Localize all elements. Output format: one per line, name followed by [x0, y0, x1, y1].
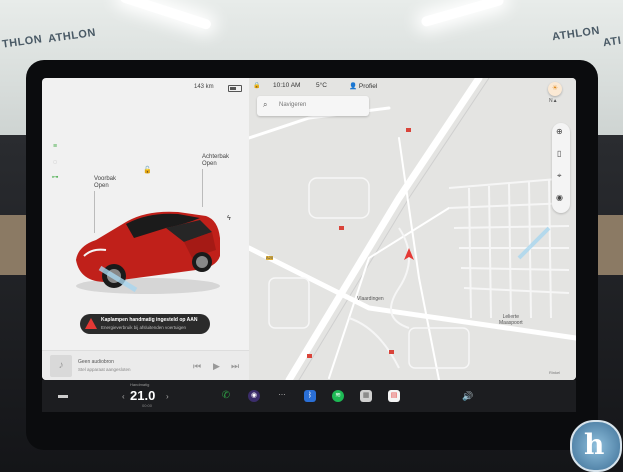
alert-subtitle: Energieverbruik bij afsluitenden voertui…: [101, 325, 187, 330]
temp-down-icon[interactable]: ‹: [122, 392, 125, 401]
media-subtitle: Stel apparaat aangesloten: [78, 367, 131, 372]
car-illustration[interactable]: [66, 198, 226, 298]
phone-icon[interactable]: ✆: [220, 390, 232, 402]
sun-icon[interactable]: ☀: [548, 82, 562, 96]
frunk-state[interactable]: Open: [94, 183, 109, 190]
car-status-pane: 143 km ≡ ◌ ⊶ Voorbak Open Achterbak Open…: [42, 78, 249, 380]
cabin-temperature[interactable]: 21.0: [130, 388, 155, 403]
clock: 10:10 AM: [273, 82, 301, 89]
lock-icon[interactable]: 🔓: [143, 166, 152, 174]
person-icon: 👤: [349, 83, 358, 90]
profile-label: Profiel: [358, 83, 378, 90]
fog-light-icon[interactable]: ◌: [50, 159, 60, 166]
music-note-icon: ♪: [50, 355, 72, 377]
calendar-icon[interactable]: ▤: [388, 390, 400, 402]
alert-title: Kaplampen handmatig ingesteld op AAN: [101, 317, 198, 323]
spotify-icon[interactable]: ≋: [332, 390, 344, 402]
app-icon[interactable]: ▦: [360, 390, 372, 402]
trunk-state[interactable]: Open: [202, 161, 217, 168]
watermark-logo: h: [570, 420, 622, 472]
map-place-label: Lelierte Maaspoort: [499, 314, 523, 326]
previous-icon[interactable]: ⏮: [193, 361, 201, 372]
search-icon: ⌕: [263, 100, 268, 109]
status-bar: 🔒 10:10 AM 5°C 👤 Profiel: [249, 78, 377, 92]
layers-icon[interactable]: ◉: [556, 193, 563, 202]
athlon-logo: ATI: [602, 34, 623, 50]
navigation-search[interactable]: ⌕ Navigeren: [257, 96, 369, 116]
more-icon[interactable]: ⋯: [276, 390, 288, 402]
range-display: 143 km: [194, 84, 214, 90]
road-label: A20: [266, 255, 274, 260]
parking-light-icon[interactable]: ⊶: [50, 174, 60, 181]
map-place-label: Vlaardingen: [357, 296, 384, 302]
compass-icon[interactable]: ⊕: [556, 127, 563, 136]
trunk-label[interactable]: Achterbak: [202, 154, 229, 161]
north-up-icon[interactable]: N▲: [549, 98, 558, 104]
frunk-label[interactable]: Voorbak: [94, 176, 116, 183]
wood-trim: [595, 215, 623, 275]
pin-icon[interactable]: ⌖: [557, 171, 562, 181]
temp-up-icon[interactable]: ›: [166, 392, 169, 401]
map-controls: ⊕ ▯ ⌖ ◉: [552, 123, 570, 213]
map-copyright: Rinkel: [549, 370, 561, 375]
play-icon[interactable]: ▶: [213, 361, 220, 372]
camera-icon[interactable]: ◉: [248, 390, 260, 402]
climate-label: Handmatig: [130, 382, 150, 387]
bottom-taskbar: ▬ ‹ Handmatig 21.0 00:00 › ✆ ◉ ⋯ ᛒ ≋ ▦ ▤…: [42, 380, 576, 412]
map-roads: [249, 78, 576, 380]
lock-status-icon: 🔒: [253, 83, 261, 89]
bluetooth-icon[interactable]: ᛒ: [304, 390, 316, 402]
watermark-letter: h: [584, 428, 605, 461]
touchscreen: 143 km ≡ ◌ ⊶ Voorbak Open Achterbak Open…: [42, 78, 576, 380]
headlight-icon[interactable]: ≡: [50, 143, 60, 150]
phone-icon[interactable]: ▯: [557, 149, 561, 158]
search-placeholder: Navigeren: [279, 102, 307, 108]
profile-button[interactable]: 👤 Profiel: [349, 82, 377, 90]
volume-icon[interactable]: 🔊: [462, 391, 473, 402]
map-pane[interactable]: 🔒 10:10 AM 5°C 👤 Profiel ⌕ Navigeren ☀ N…: [249, 78, 576, 380]
battery-icon: [228, 85, 242, 92]
climate-sub: 00:00: [142, 403, 153, 408]
outside-temperature: 5°C: [316, 82, 327, 89]
car-icon[interactable]: ▬: [58, 390, 68, 401]
charge-port-icon[interactable]: ϟ: [227, 215, 231, 222]
next-icon[interactable]: ⏭: [231, 361, 239, 372]
media-player: ♪ Geen audiobron Stel apparaat aangeslot…: [42, 350, 249, 380]
headlight-alert[interactable]: Kaplampen handmatig ingesteld op AAN Ene…: [80, 314, 210, 334]
media-title: Geen audiobron: [78, 359, 114, 365]
warning-icon: [85, 318, 97, 329]
